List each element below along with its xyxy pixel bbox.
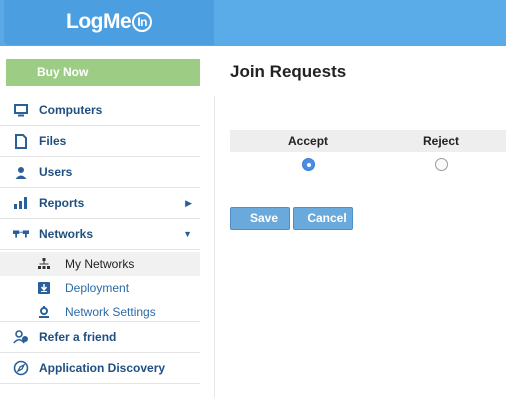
cancel-button[interactable]: Cancel	[293, 207, 353, 230]
sidebar-item-label: Users	[39, 165, 73, 179]
compass-icon	[13, 360, 29, 376]
sidebar-item-label: Files	[39, 134, 67, 148]
sidebar-item-files[interactable]: Files	[0, 126, 200, 157]
sidebar-item-label: Networks	[39, 227, 94, 241]
chevron-right-icon: ▶	[185, 197, 192, 208]
sidebar-divider	[214, 96, 215, 398]
header-bar	[214, 0, 506, 45]
logo-text: LogMe	[66, 10, 132, 33]
submenu-label: Network Settings	[65, 305, 156, 319]
reject-radio[interactable]	[435, 158, 448, 171]
save-button[interactable]: Save	[230, 207, 290, 230]
sidebar-item-application-discovery[interactable]: Application Discovery	[0, 353, 200, 384]
download-icon	[38, 282, 50, 294]
chevron-down-icon: ▼	[183, 229, 192, 239]
submenu-label: Deployment	[65, 281, 130, 295]
refer-friend-icon	[13, 329, 29, 345]
table-row	[230, 152, 506, 176]
logo-badge: In	[132, 12, 153, 32]
sidebar-item-label: Reports	[39, 196, 85, 210]
reject-column-header: Reject	[423, 134, 460, 148]
gear-icon	[38, 306, 50, 318]
page-title: Join Requests	[230, 62, 347, 81]
file-icon	[13, 133, 29, 149]
networks-submenu: My Networks Deployment Network Settings	[0, 250, 200, 322]
user-icon	[13, 164, 29, 180]
submenu-label: My Networks	[65, 257, 135, 271]
sidebar-item-computers[interactable]: Computers	[0, 95, 200, 126]
sidebar-item-reports[interactable]: Reports ▶	[0, 188, 200, 219]
submenu-item-network-settings[interactable]: Network Settings	[0, 300, 200, 324]
header-logo-area: LogMe In	[4, 0, 214, 45]
buy-now-button[interactable]: Buy Now	[6, 59, 200, 86]
accept-column-header: Accept	[288, 134, 329, 148]
monitor-icon	[13, 102, 29, 118]
bar-chart-icon	[13, 195, 29, 211]
sidebar-item-refer-a-friend[interactable]: Refer a friend	[0, 322, 200, 353]
table-header: Accept Reject	[230, 130, 506, 152]
submenu-item-my-networks[interactable]: My Networks	[0, 252, 200, 276]
network-tree-icon	[38, 258, 50, 270]
sidebar-item-label: Application Discovery	[39, 361, 166, 375]
sidebar-item-users[interactable]: Users	[0, 157, 200, 188]
sidebar-nav: Computers Files Users Reports ▶ Networks…	[0, 95, 200, 384]
join-requests-table: Accept Reject	[230, 130, 506, 176]
submenu-item-deployment[interactable]: Deployment	[0, 276, 200, 300]
sidebar-item-networks[interactable]: Networks ▼	[0, 219, 200, 250]
sidebar-item-label: Refer a friend	[39, 330, 117, 344]
logmein-logo[interactable]: LogMe In	[66, 10, 153, 34]
app-header: LogMe In	[0, 0, 506, 46]
accept-radio[interactable]	[302, 158, 315, 171]
sidebar-item-label: Computers	[39, 103, 103, 117]
network-icon	[13, 226, 29, 242]
